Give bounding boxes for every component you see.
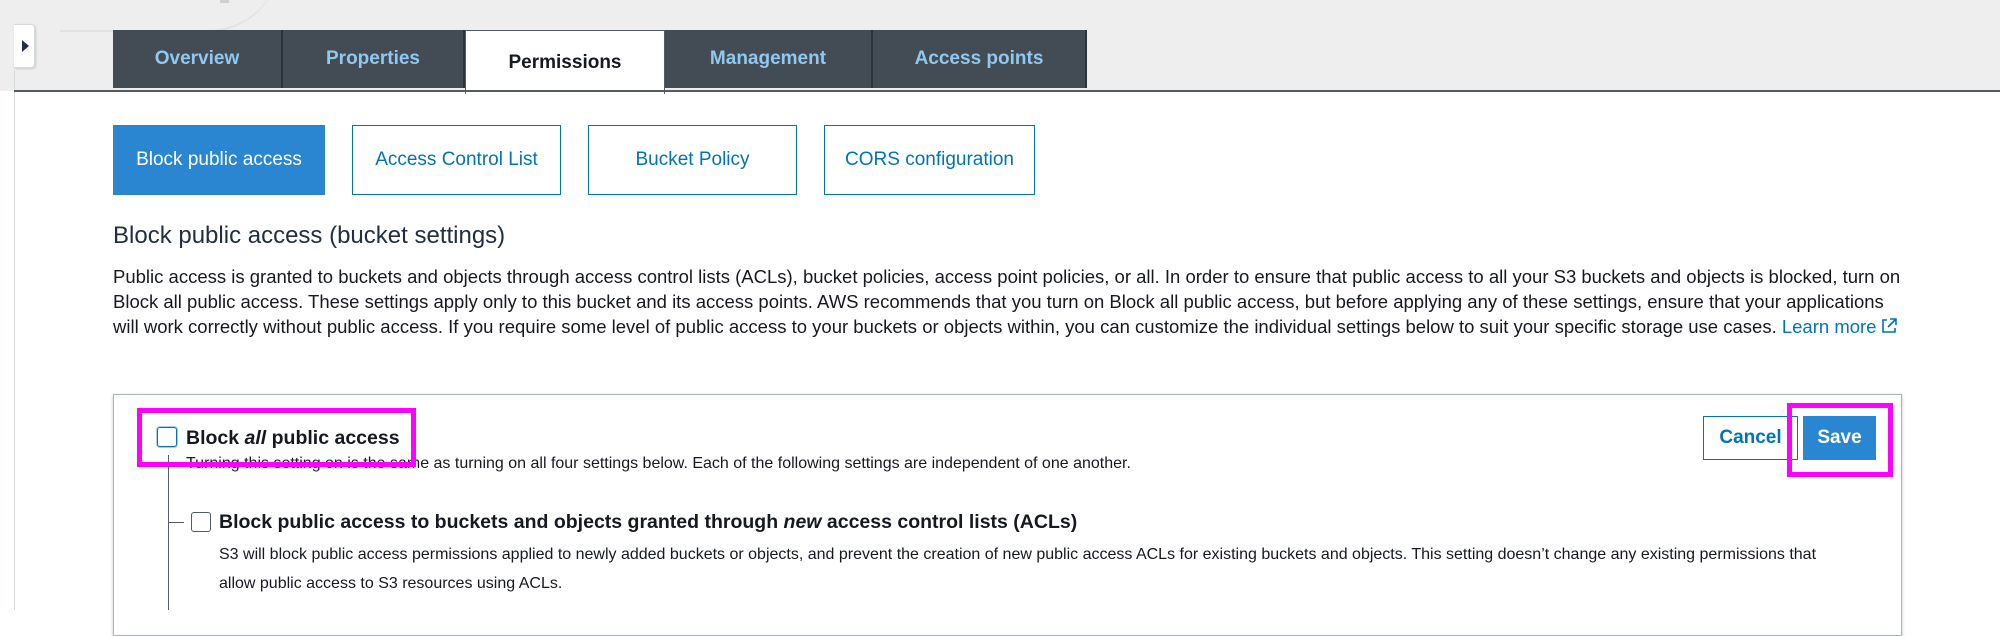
- section-title: Block public access (bucket settings): [113, 222, 506, 249]
- label-suffix: public access: [266, 427, 400, 449]
- label-emphasis: all: [244, 427, 267, 449]
- cancel-button[interactable]: Cancel: [1703, 416, 1798, 460]
- tree-connector-vertical: [168, 455, 169, 610]
- save-button[interactable]: Save: [1803, 416, 1876, 460]
- subtab-block-public-access[interactable]: Block public access: [113, 125, 325, 195]
- learn-more-label: Learn more: [1781, 316, 1877, 337]
- tab-bar-underline: [14, 90, 2000, 92]
- subtab-bucket-policy[interactable]: Bucket Policy: [588, 125, 797, 195]
- label-prefix: Block: [186, 427, 245, 449]
- label-prefix: Block public access to buckets and objec…: [219, 511, 784, 533]
- header-decoration: [60, 0, 280, 32]
- block-new-acl-description: S3 will block public access permissions …: [219, 546, 1817, 592]
- sidebar-toggle-button[interactable]: [14, 24, 35, 68]
- subtab-access-control-list[interactable]: Access Control List: [352, 125, 561, 195]
- tab-properties[interactable]: Properties: [283, 30, 465, 88]
- block-all-public-access-label: Block all public access: [186, 427, 400, 450]
- tree-connector-horizontal: [168, 522, 184, 523]
- tab-management[interactable]: Management: [665, 30, 873, 88]
- block-new-acl-checkbox[interactable]: [191, 512, 211, 532]
- section-description: Public access is granted to buckets and …: [113, 264, 1903, 339]
- sidebar-edge: [14, 70, 15, 610]
- label-emphasis: new: [783, 511, 822, 533]
- label-suffix: access control lists (ACLs): [821, 511, 1078, 533]
- learn-more-link[interactable]: Learn more: [1782, 316, 1899, 337]
- description-text: Public access is granted to buckets and …: [113, 266, 1901, 337]
- block-all-public-access-description: Turning this setting on is the same as t…: [186, 455, 1131, 472]
- caret-right-icon: [21, 40, 29, 52]
- subtab-cors-configuration[interactable]: CORS configuration: [824, 125, 1035, 195]
- block-new-acl-label: Block public access to buckets and objec…: [219, 511, 1077, 534]
- tab-access-points[interactable]: Access points: [873, 30, 1087, 88]
- tab-overview[interactable]: Overview: [113, 30, 283, 88]
- header-text-fragment: [220, 0, 229, 3]
- tab-permissions[interactable]: Permissions: [465, 30, 665, 94]
- block-all-public-access-checkbox[interactable]: [157, 427, 177, 447]
- external-link-icon: [1882, 318, 1898, 333]
